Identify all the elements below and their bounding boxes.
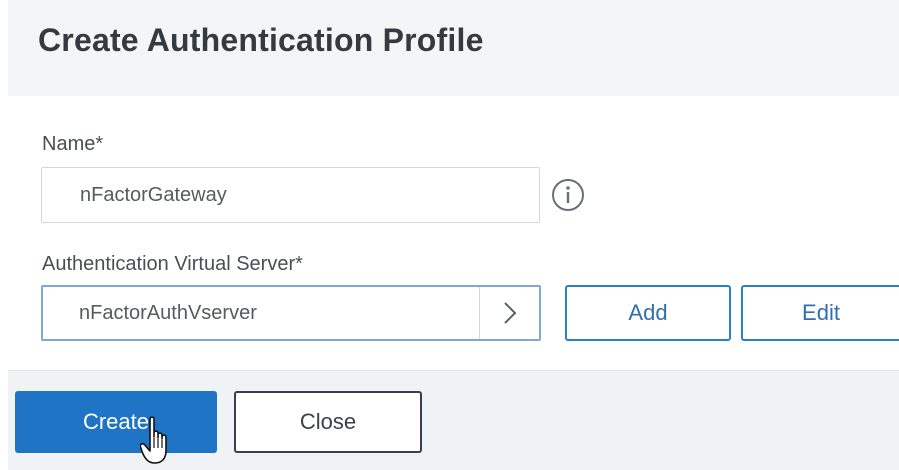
name-label: Name* (42, 133, 104, 155)
name-field-value: nFactorGateway (80, 183, 227, 206)
edit-button[interactable]: Edit (741, 285, 899, 341)
add-button[interactable]: Add (565, 285, 731, 341)
chevron-right-icon (503, 302, 516, 324)
dialog-header: Create Authentication Profile (8, 0, 899, 96)
page-title: Create Authentication Profile (38, 22, 484, 58)
vserver-select-value: nFactorAuthVserver (79, 301, 257, 324)
create-button[interactable]: Create (15, 391, 217, 453)
close-button[interactable]: Close (234, 391, 422, 453)
vserver-label: Authentication Virtual Server* (42, 253, 303, 275)
vserver-select[interactable]: nFactorAuthVserver (41, 285, 541, 341)
name-field[interactable]: nFactorGateway (41, 167, 540, 223)
select-arrow-button[interactable] (479, 287, 539, 339)
hand-pointer-icon (140, 416, 167, 464)
info-icon[interactable] (551, 178, 585, 212)
